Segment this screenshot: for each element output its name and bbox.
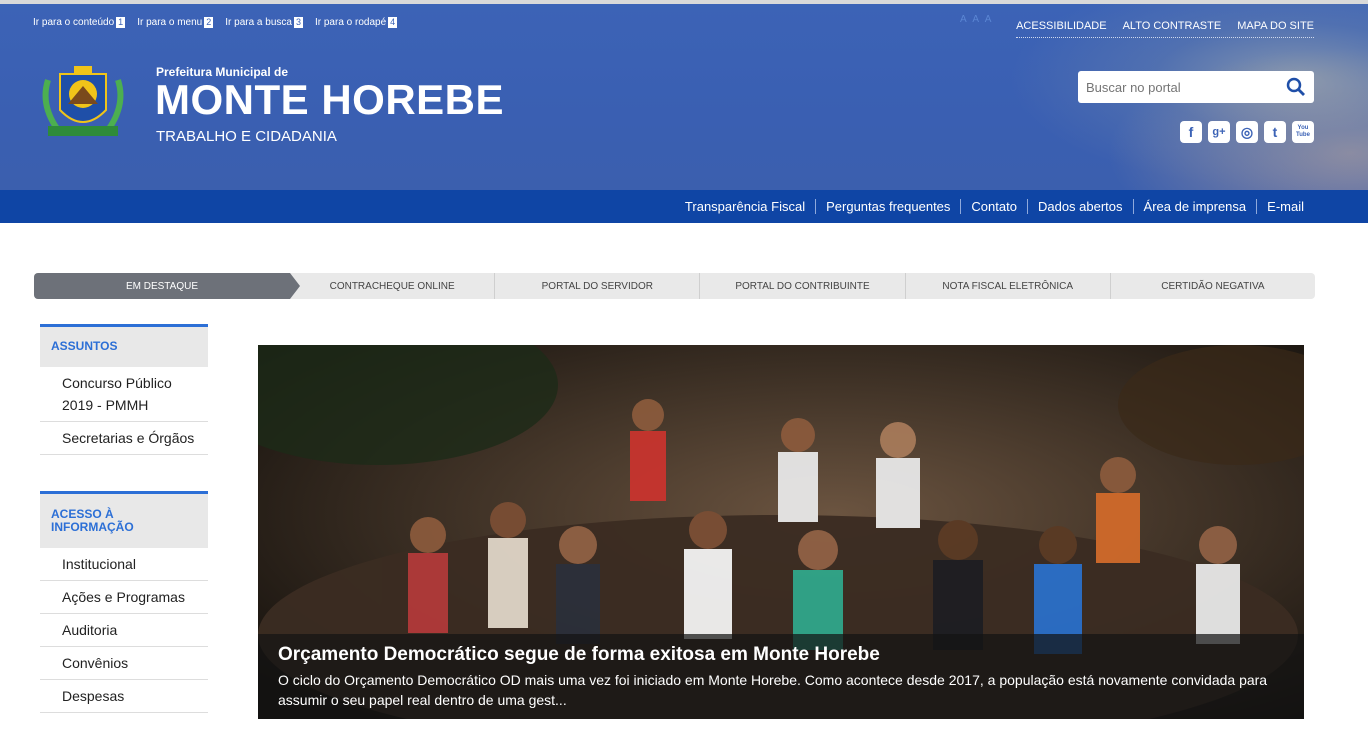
- nav-faq[interactable]: Perguntas frequentes: [815, 199, 960, 214]
- skip-links: Ir para o conteúdo 1 Ir para o menu 2 Ir p…: [33, 17, 398, 28]
- nav-fiscal-transparency[interactable]: Transparência Fiscal: [675, 199, 815, 214]
- nav-contact[interactable]: Contato: [960, 199, 1027, 214]
- site-subtitle: TRABALHO E CIDADANIA: [156, 128, 337, 145]
- nav-press-area[interactable]: Área de imprensa: [1132, 199, 1257, 214]
- search-icon[interactable]: [1286, 77, 1306, 97]
- nav-email[interactable]: E-mail: [1256, 199, 1314, 214]
- sidebar-item-audit[interactable]: Auditoria: [40, 614, 208, 647]
- site-map-link[interactable]: MAPA DO SITE: [1237, 20, 1314, 32]
- sidebar-item-institutional[interactable]: Institucional: [40, 548, 208, 581]
- sidebar-item-agreements[interactable]: Convênios: [40, 647, 208, 680]
- search-box: [1078, 71, 1314, 103]
- facebook-icon[interactable]: f: [1180, 121, 1202, 143]
- featured-news-summary: O ciclo do Orçamento Democrático OD mais…: [278, 672, 1268, 708]
- search-input[interactable]: [1078, 79, 1278, 95]
- site-title[interactable]: MONTE HOREBE: [155, 76, 504, 124]
- twitter-icon[interactable]: t: [1264, 121, 1286, 143]
- skip-link-search[interactable]: Ir para a busca 3: [225, 17, 303, 28]
- top-navigation: Transparência Fiscal Perguntas frequente…: [0, 190, 1368, 223]
- sidebar: ASSUNTOS Concurso Público 2019 - PMMH Se…: [40, 324, 208, 749]
- sidebar-item-secretariats[interactable]: Secretarias e Órgãos: [40, 422, 208, 455]
- instagram-icon[interactable]: ◎: [1236, 121, 1258, 143]
- tab-negative-certificate[interactable]: CERTIDÃO NEGATIVA: [1109, 273, 1315, 299]
- highlight-tabs: EM DESTAQUE CONTRACHEQUE ONLINE PORTAL D…: [34, 273, 1315, 299]
- sidebar-item-public-contest[interactable]: Concurso Público 2019 - PMMH: [40, 367, 208, 422]
- site-header: Ir para o conteúdo 1 Ir para o menu 2 Ir p…: [0, 4, 1368, 190]
- tab-employee-portal[interactable]: PORTAL DO SERVIDOR: [494, 273, 699, 299]
- accessibility-link[interactable]: ACESSIBILIDADE: [1016, 20, 1106, 32]
- font-size-controls[interactable]: A A A: [960, 14, 993, 25]
- sidebar-item-expenses[interactable]: Despesas: [40, 680, 208, 713]
- sidebar-section-title: ACESSO À INFORMAÇÃO: [40, 491, 208, 548]
- social-links: f g+ ◎ t You Tube: [1180, 121, 1314, 143]
- tab-highlights[interactable]: EM DESTAQUE: [34, 273, 300, 299]
- skip-link-content[interactable]: Ir para o conteúdo 1: [33, 17, 126, 28]
- tab-electronic-invoice[interactable]: NOTA FISCAL ELETRÔNICA: [904, 273, 1110, 299]
- sidebar-section-subjects: ASSUNTOS Concurso Público 2019 - PMMH Se…: [40, 324, 208, 455]
- skip-link-menu[interactable]: Ir para o menu 2: [137, 17, 214, 28]
- tab-payslip-online[interactable]: CONTRACHEQUE ONLINE: [290, 273, 494, 299]
- featured-news[interactable]: Orçamento Democrático segue de forma exi…: [258, 345, 1304, 719]
- sidebar-item-actions-programs[interactable]: Ações e Programas: [40, 581, 208, 614]
- sidebar-section-info-access: ACESSO À INFORMAÇÃO Institucional Ações …: [40, 491, 208, 713]
- google-plus-icon[interactable]: g+: [1208, 121, 1230, 143]
- skip-link-footer[interactable]: Ir para o rodapé 4: [315, 17, 398, 28]
- accessibility-links: ACESSIBILIDADE ALTO CONTRASTE MAPA DO SI…: [1016, 20, 1314, 38]
- featured-news-caption: Orçamento Democrático segue de forma exi…: [258, 634, 1304, 719]
- sidebar-section-title: ASSUNTOS: [40, 324, 208, 367]
- youtube-icon[interactable]: You Tube: [1292, 121, 1314, 143]
- featured-news-title[interactable]: Orçamento Democrático segue de forma exi…: [278, 644, 1284, 666]
- high-contrast-link[interactable]: ALTO CONTRASTE: [1123, 20, 1222, 32]
- municipal-coat-of-arms-logo[interactable]: [38, 60, 128, 144]
- nav-open-data[interactable]: Dados abertos: [1026, 199, 1133, 214]
- tab-taxpayer-portal[interactable]: PORTAL DO CONTRIBUINTE: [699, 273, 904, 299]
